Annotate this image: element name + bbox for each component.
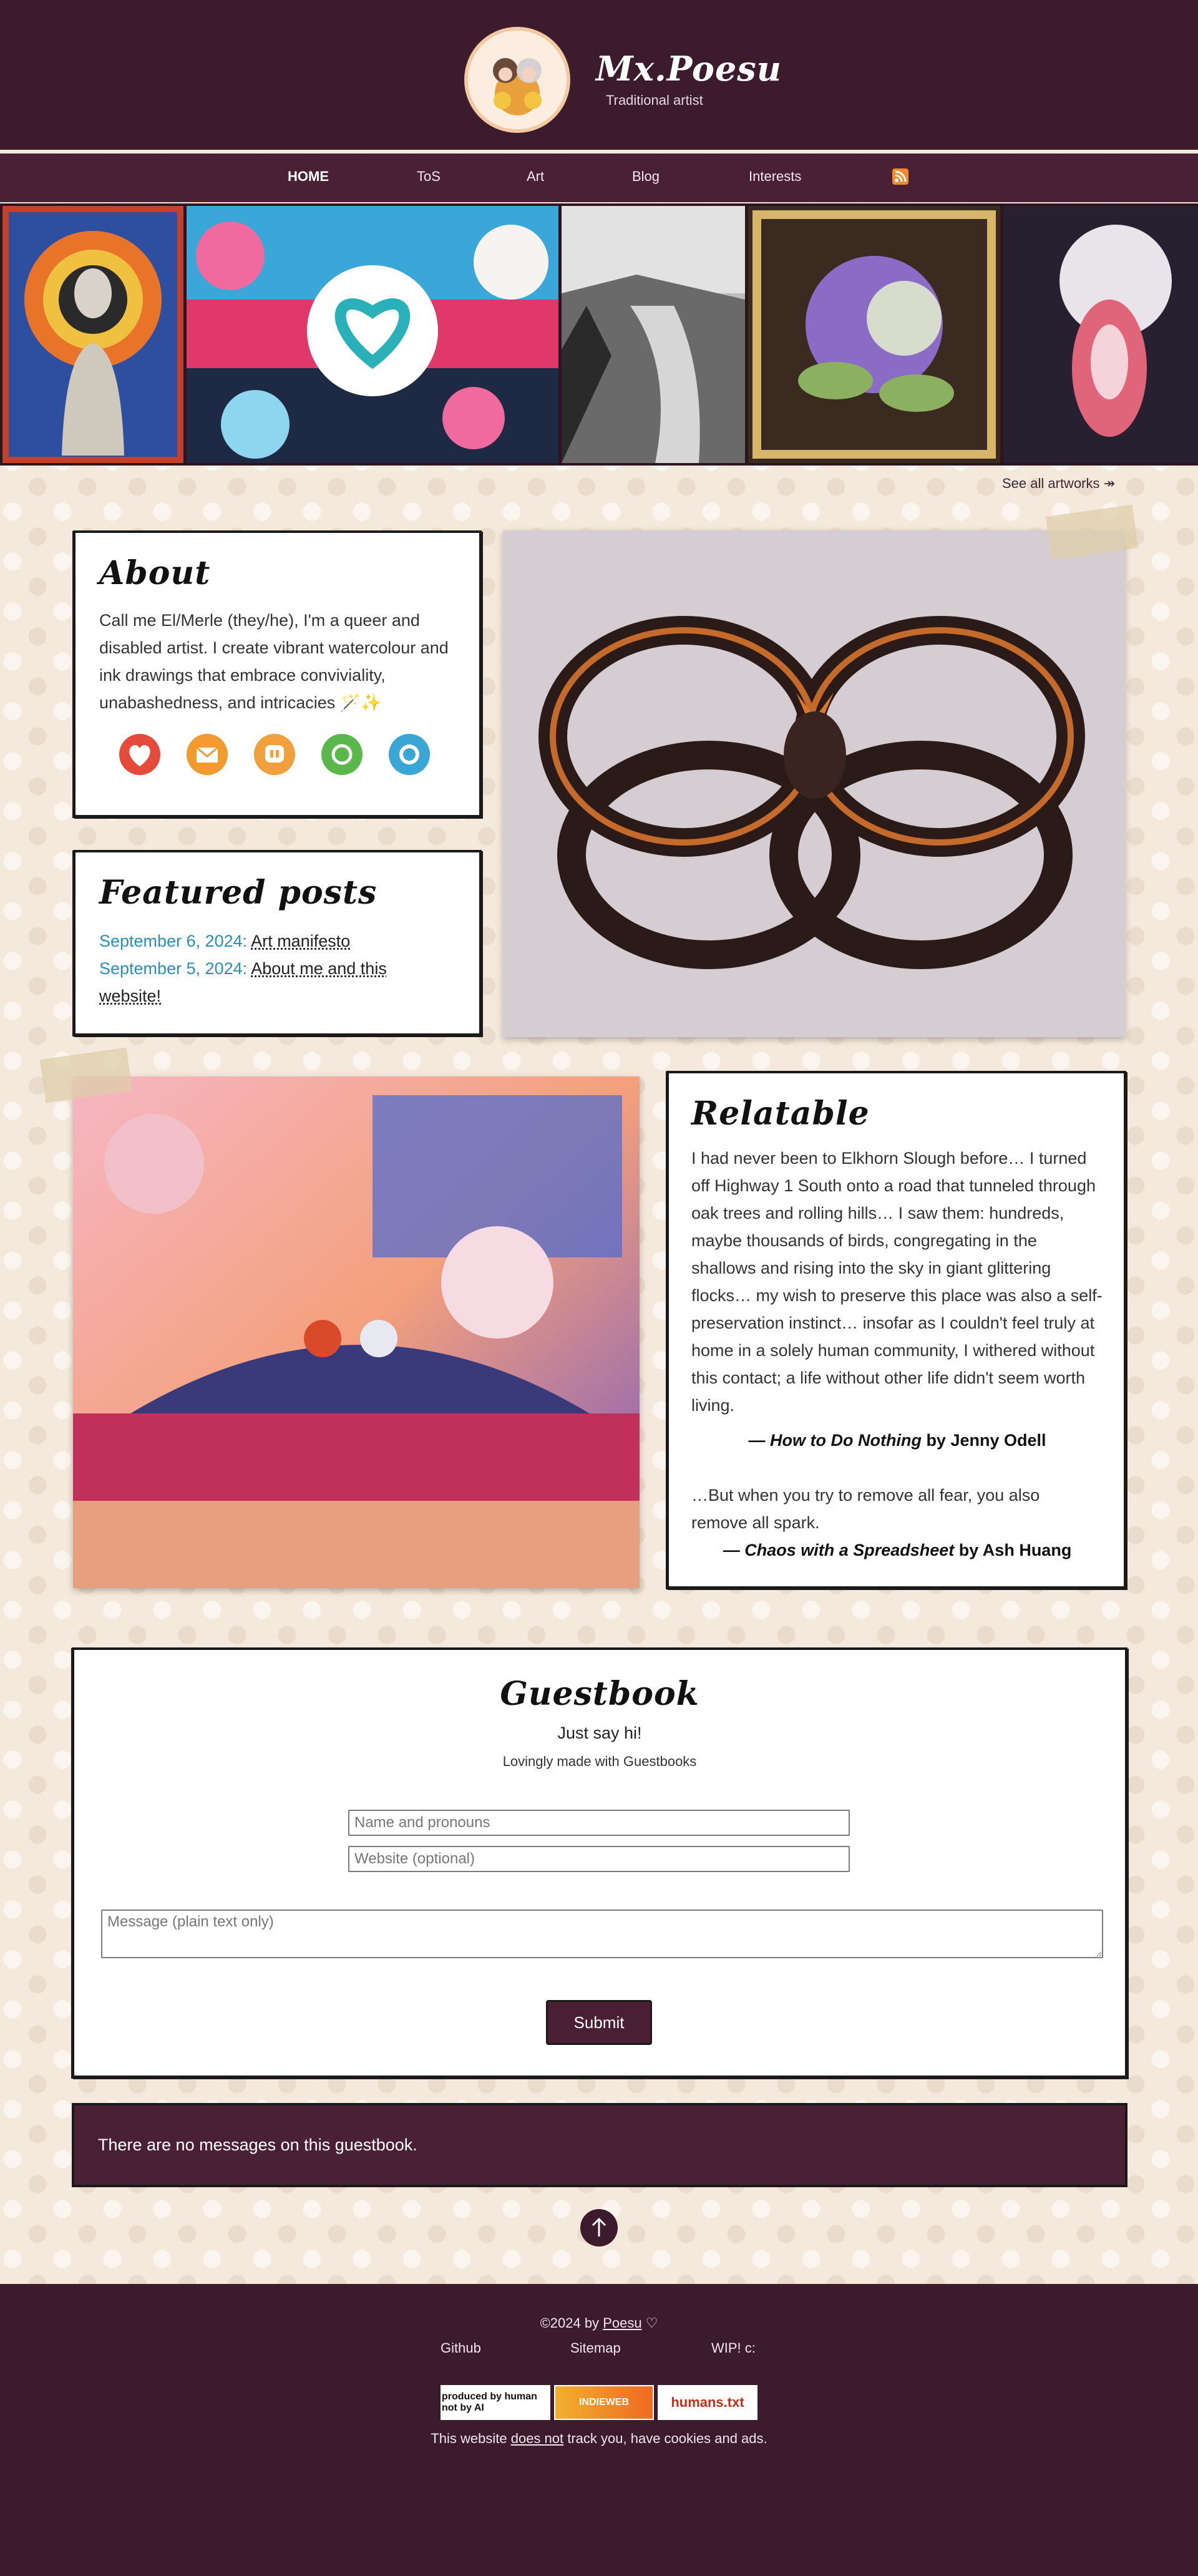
gallery-artwork-koi[interactable]: [1003, 206, 1198, 463]
footer-link-github[interactable]: Github: [441, 2340, 481, 2356]
featured-posts-list: September 6, 2024: Art manifesto Septemb…: [99, 927, 424, 1010]
copyright-heart: ♡: [641, 2315, 658, 2331]
citation-author: by Jenny Odell: [921, 1431, 1046, 1450]
guestbook-subtitle: Just say hi!: [557, 1724, 642, 1742]
featured-post-item: September 6, 2024: Art manifesto: [99, 927, 424, 955]
tracking-link[interactable]: does not: [511, 2431, 563, 2446]
kofi-heart-icon[interactable]: [119, 734, 160, 775]
footer-link-sitemap[interactable]: Sitemap: [570, 2340, 621, 2356]
guestbook-name-input[interactable]: [348, 1810, 850, 1836]
gallery-artwork-purple-flowers[interactable]: [748, 206, 1000, 463]
gallery-artwork-heart-flowers[interactable]: [187, 206, 558, 463]
guestbook-made-with: Lovingly made with Guestbooks: [502, 1754, 697, 1769]
back-to-top-button[interactable]: [580, 2209, 618, 2247]
copyright-author-link[interactable]: Poesu: [603, 2315, 641, 2331]
about-card: About Call me El/Merle (they/he), I'm a …: [73, 530, 482, 817]
guestbook-submit-button[interactable]: Submit: [546, 2000, 652, 2045]
see-all-artworks-link[interactable]: See all artworks ↠: [1002, 476, 1115, 492]
quote-citation-huang: — Chaos with a Spreadsheet by Ash Huang: [691, 1536, 1103, 1564]
site-title[interactable]: Mx.Poesu: [596, 49, 782, 89]
footer-tracking-note: This website does not track you, have co…: [0, 2431, 1198, 2447]
featured-post-item: September 5, 2024: About me and this web…: [99, 955, 424, 1010]
mail-envelope-icon[interactable]: [187, 734, 228, 775]
social-links: [119, 734, 456, 775]
about-text: Call me El/Merle (they/he), I'm a queer …: [99, 611, 449, 712]
tracking-suffix: track you, have cookies and ads.: [563, 2431, 767, 2446]
post-date: September 5, 2024:: [99, 959, 248, 978]
nav-item-tos[interactable]: ToS: [417, 168, 441, 185]
copyright-prefix: ©2024 by: [540, 2315, 603, 2331]
nav-item-blog[interactable]: Blog: [632, 168, 660, 185]
footer-copyright: ©2024 by Poesu ♡: [0, 2315, 1198, 2331]
site-subtitle: Traditional artist: [606, 92, 703, 108]
featured-posts-title: Featured posts: [99, 874, 377, 912]
guestbook-title: Guestbook: [500, 1675, 699, 1713]
avatar-illustration: [468, 31, 567, 129]
book-title: Chaos with a Spreadsheet: [744, 1541, 955, 1559]
mastodon-icon[interactable]: [254, 734, 295, 775]
guestbook-message-textarea[interactable]: [101, 1910, 1103, 1958]
relatable-title: Relatable: [691, 1095, 870, 1133]
nav-item-interests[interactable]: Interests: [749, 168, 801, 185]
site-logo-avatar[interactable]: [464, 27, 570, 133]
post-date: September 6, 2024:: [99, 932, 248, 950]
featured-artwork-watercolor[interactable]: [73, 1076, 640, 1588]
quote-citation-odell: — How to Do Nothing by Jenny Odell: [691, 1427, 1103, 1454]
gallery-artwork-portrait[interactable]: [2, 206, 183, 463]
footer-link-wip[interactable]: WIP! c:: [711, 2340, 756, 2356]
citation-dash: —: [723, 1541, 745, 1559]
guestbook-messages-box: There are no messages on this guestbook.: [72, 2103, 1127, 2187]
gallery-artwork-river[interactable]: [562, 206, 745, 463]
quote-odell: I had never been to Elkhorn Slough befor…: [691, 1149, 1103, 1415]
guestbook-website-input[interactable]: [348, 1846, 850, 1872]
refresh-arrows-icon[interactable]: [321, 734, 363, 775]
site-footer: ©2024 by Poesu ♡: [0, 2284, 1198, 2576]
main-nav: HOME ToS Art Blog Interests: [0, 154, 1198, 202]
relatable-quotes-card: Relatable I had never been to Elkhorn Sl…: [666, 1071, 1126, 1589]
nav-item-home[interactable]: HOME: [288, 168, 329, 185]
quote-huang: …But when you try to remove all fear, yo…: [691, 1486, 1040, 1532]
badge-not-by-ai[interactable]: produced by human not by AI: [441, 2385, 550, 2420]
tracking-prefix: This website: [431, 2431, 511, 2446]
arrow-up-icon: [592, 2217, 606, 2237]
guestbook-empty-message: There are no messages on this guestbook.: [98, 2135, 417, 2154]
book-title: How to Do Nothing: [770, 1431, 922, 1450]
citation-author: by Ash Huang: [954, 1541, 1072, 1559]
artwork-gallery-strip: [0, 203, 1198, 466]
badge-humans-txt[interactable]: humans.txt: [658, 2385, 757, 2420]
badge-indieweb[interactable]: INDIEWEB: [554, 2385, 654, 2420]
featured-artwork-snake[interactable]: [503, 530, 1125, 1037]
featured-posts-card: Featured posts September 6, 2024: Art ma…: [73, 850, 482, 1036]
rss-feed-icon[interactable]: [892, 168, 908, 185]
bluesky-chat-icon[interactable]: [389, 734, 430, 775]
site-header: Mx.Poesu Traditional artist: [0, 0, 1198, 150]
nav-item-art[interactable]: Art: [527, 168, 544, 185]
about-title: About: [99, 554, 211, 592]
post-link-art-manifesto[interactable]: Art manifesto: [251, 932, 350, 950]
citation-dash: —: [748, 1431, 770, 1450]
